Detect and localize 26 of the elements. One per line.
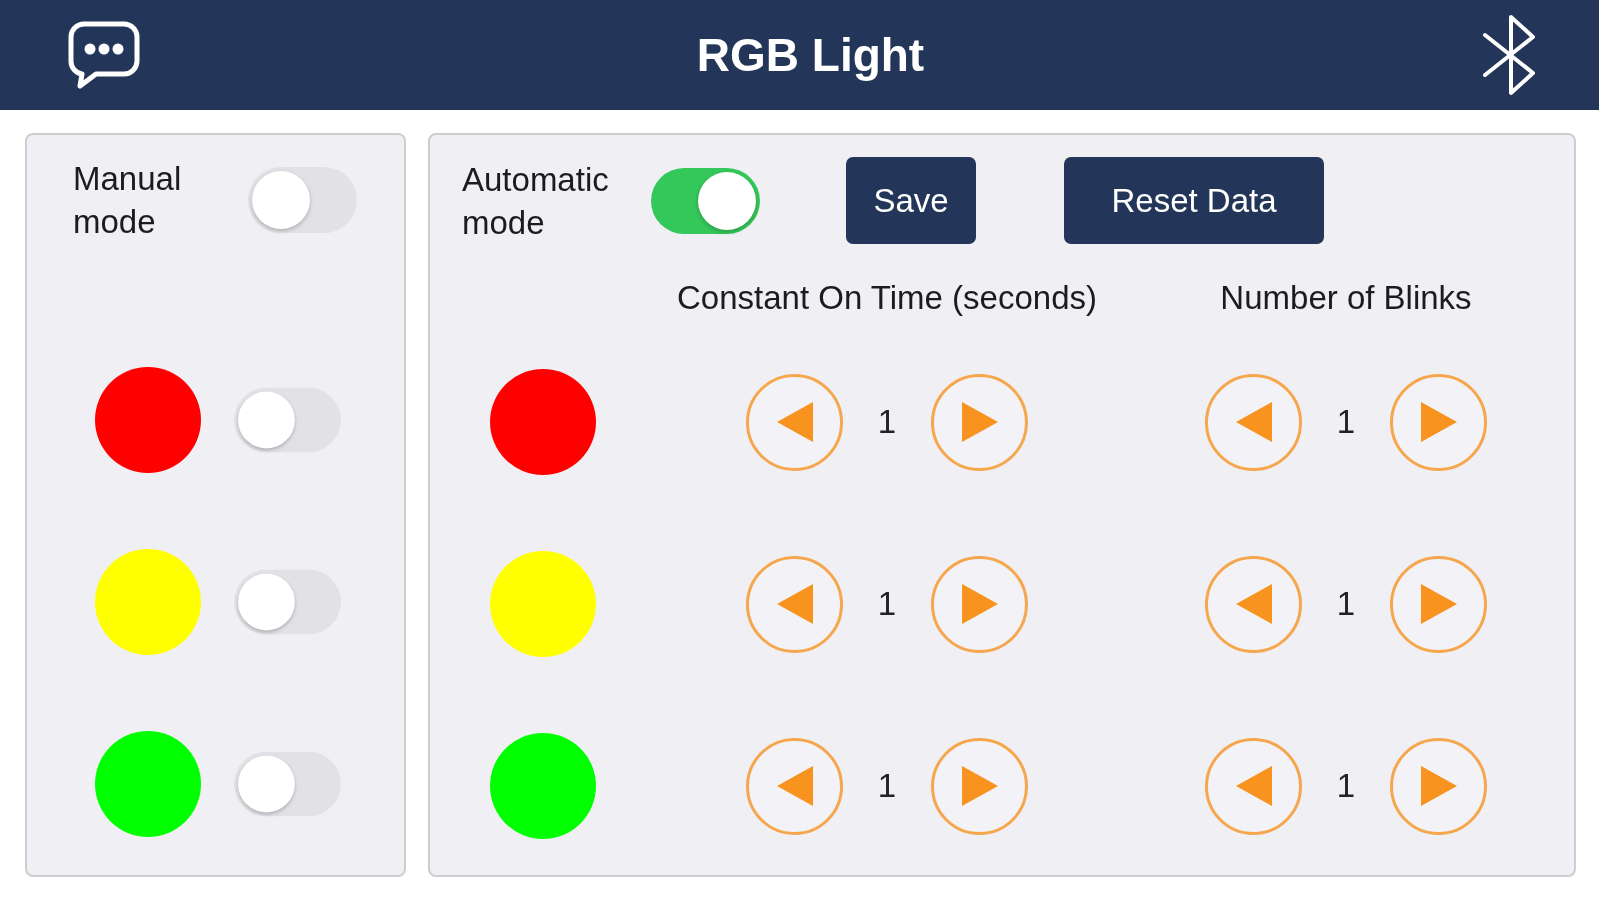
stepper-value: 1 xyxy=(876,767,898,805)
save-button[interactable]: Save xyxy=(846,157,976,244)
mode-label: Automatic mode xyxy=(462,159,610,243)
left-triangle-icon xyxy=(1235,584,1272,624)
right-triangle-icon xyxy=(1420,584,1457,624)
stepper-value: 1 xyxy=(1335,585,1357,623)
stepper-value: 1 xyxy=(876,585,898,623)
right-triangle-icon xyxy=(1420,402,1457,442)
right-triangle-icon xyxy=(961,766,998,806)
stepper-value: 1 xyxy=(1335,767,1357,805)
column-header: Number of Blinks xyxy=(1219,279,1473,318)
stepper-value: 1 xyxy=(876,403,898,441)
mode-label: Manual mode xyxy=(73,158,183,242)
left-triangle-icon xyxy=(1235,402,1272,442)
left-triangle-icon xyxy=(776,584,813,624)
right-triangle-icon xyxy=(1420,766,1457,806)
left-triangle-icon xyxy=(776,402,813,442)
stepper-value: 1 xyxy=(1335,403,1357,441)
reset-data-button[interactable]: Reset Data xyxy=(1064,157,1324,244)
left-triangle-icon xyxy=(776,766,813,806)
right-triangle-icon xyxy=(961,584,998,624)
right-triangle-icon xyxy=(961,402,998,442)
chat-bubble-icon[interactable] xyxy=(68,21,140,89)
app-title: RGB Light xyxy=(696,28,925,83)
left-triangle-icon xyxy=(1235,766,1272,806)
column-header: Constant On Time (seconds) xyxy=(676,279,1098,318)
